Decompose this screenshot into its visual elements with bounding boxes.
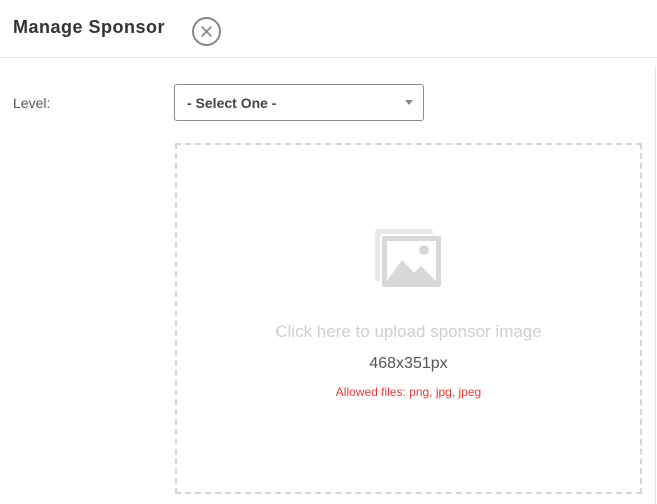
level-label: Level: [13, 95, 51, 111]
modal-header: Manage Sponsor [0, 0, 657, 58]
upload-allowed-files: Allowed files: png, jpg, jpeg [335, 385, 482, 399]
close-icon [201, 26, 212, 37]
level-select-value: - Select One - [187, 95, 277, 111]
image-icon [375, 229, 443, 289]
chevron-down-icon [405, 100, 413, 105]
level-select[interactable]: - Select One - [174, 84, 424, 121]
modal-title: Manage Sponsor [13, 17, 166, 37]
upload-prompt[interactable]: Click here to upload sponsor image [175, 322, 642, 342]
upload-dimensions: 468x351px [369, 355, 448, 372]
close-button[interactable] [192, 17, 221, 46]
upload-dropzone[interactable] [175, 143, 642, 494]
panel-edge [655, 66, 656, 504]
